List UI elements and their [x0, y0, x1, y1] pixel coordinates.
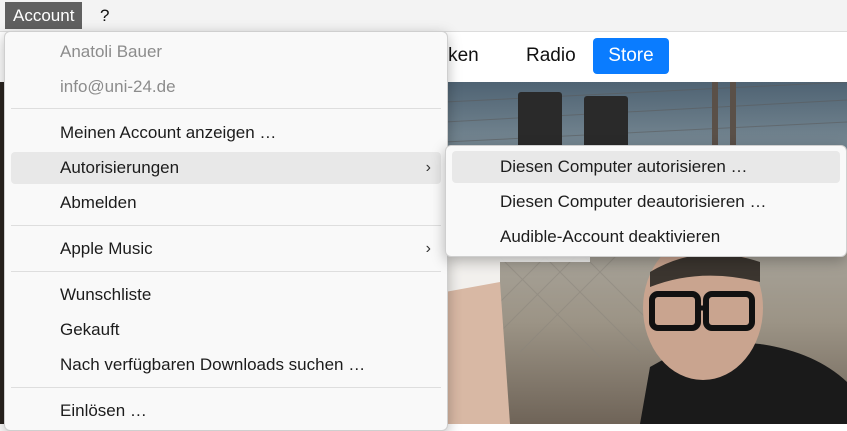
- user-name: Anatoli Bauer: [60, 42, 163, 61]
- menu-item-show-account[interactable]: Meinen Account anzeigen …: [11, 117, 441, 149]
- submenu-item-authorize-computer[interactable]: Diesen Computer autorisieren …: [452, 151, 840, 183]
- menu-item-label: Wunschliste: [60, 285, 152, 304]
- menu-item-sign-out[interactable]: Abmelden: [11, 187, 441, 219]
- menu-item-label: Einlösen …: [60, 401, 147, 420]
- tab-store[interactable]: Store: [593, 38, 669, 74]
- menu-item-label: Gekauft: [60, 320, 120, 339]
- menu-separator: [11, 108, 441, 109]
- menubar-help[interactable]: ?: [92, 2, 117, 29]
- chevron-right-icon: ›: [425, 240, 431, 257]
- menu-item-label: Apple Music: [60, 239, 153, 258]
- menu-item-apple-music[interactable]: Apple Music ›: [11, 233, 441, 265]
- menu-separator: [11, 271, 441, 272]
- menu-bar: Account ?: [0, 0, 847, 32]
- menu-item-label: Nach verfügbaren Downloads suchen …: [60, 355, 366, 374]
- menu-item-wishlist[interactable]: Wunschliste: [11, 279, 441, 311]
- menu-item-purchased[interactable]: Gekauft: [11, 314, 441, 346]
- authorizations-submenu: Diesen Computer autorisieren … Diesen Co…: [445, 145, 847, 257]
- menu-separator: [11, 387, 441, 388]
- menu-item-user-email: info@uni-24.de: [11, 71, 441, 103]
- menu-item-authorizations[interactable]: Autorisierungen ›: [11, 152, 441, 184]
- submenu-item-label: Audible-Account deaktivieren: [500, 227, 721, 246]
- menu-item-check-downloads[interactable]: Nach verfügbaren Downloads suchen …: [11, 349, 441, 381]
- menu-item-user-name: Anatoli Bauer: [11, 36, 441, 68]
- menu-item-label: Meinen Account anzeigen …: [60, 123, 277, 142]
- submenu-item-label: Diesen Computer autorisieren …: [500, 157, 748, 176]
- submenu-item-label: Diesen Computer deautorisieren …: [500, 192, 767, 211]
- menu-separator: [11, 225, 441, 226]
- chevron-right-icon: ›: [425, 159, 431, 176]
- submenu-item-deauthorize-computer[interactable]: Diesen Computer deautorisieren …: [452, 186, 840, 218]
- account-menu: Anatoli Bauer info@uni-24.de Meinen Acco…: [4, 31, 448, 431]
- menu-item-label: Autorisierungen: [60, 158, 180, 177]
- menu-item-label: Abmelden: [60, 193, 137, 212]
- user-email: info@uni-24.de: [60, 77, 176, 96]
- tab-radio[interactable]: Radio: [526, 38, 576, 74]
- menubar-account[interactable]: Account: [5, 2, 83, 29]
- submenu-item-deactivate-audible[interactable]: Audible-Account deaktivieren: [452, 221, 840, 253]
- menu-item-redeem[interactable]: Einlösen …: [11, 395, 441, 427]
